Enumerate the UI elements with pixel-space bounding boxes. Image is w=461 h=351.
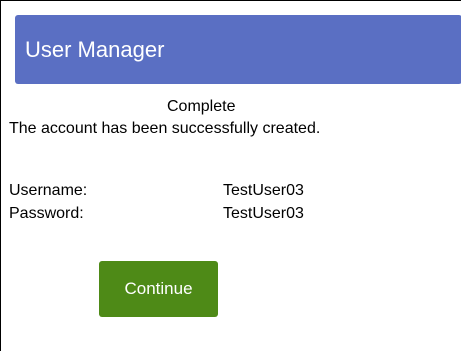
username-value: TestUser03 (223, 182, 304, 199)
password-label: Password: (9, 205, 84, 222)
window-frame: User Manager Complete The account has be… (0, 0, 461, 351)
header-bar: User Manager (15, 15, 461, 84)
success-message: The account has been successfully create… (9, 120, 321, 137)
username-label: Username: (9, 182, 88, 199)
password-value: TestUser03 (223, 205, 304, 222)
continue-button[interactable]: Continue (99, 261, 218, 317)
app-title: User Manager (25, 36, 165, 62)
status-heading: Complete (167, 98, 236, 115)
